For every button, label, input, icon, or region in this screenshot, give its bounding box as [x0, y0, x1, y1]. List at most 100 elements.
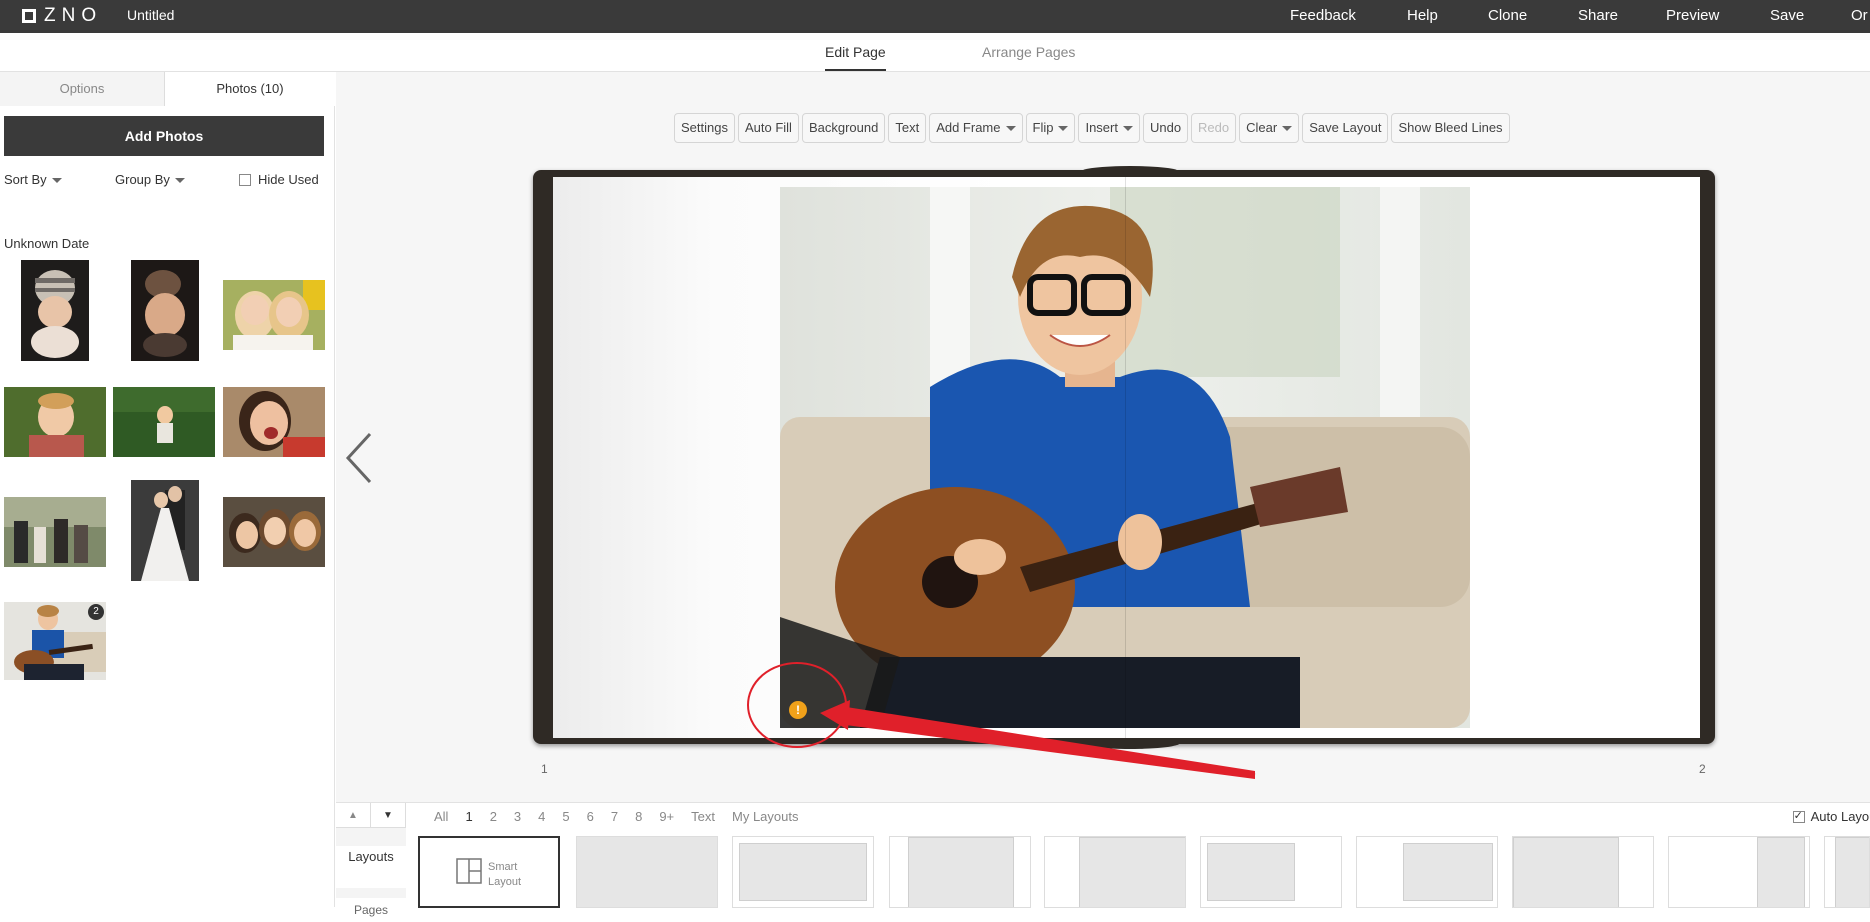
filter-text[interactable]: Text: [691, 809, 715, 824]
group-by-dropdown[interactable]: Group By: [115, 172, 185, 187]
undo-button[interactable]: Undo: [1142, 113, 1189, 143]
filter-4[interactable]: 4: [538, 809, 545, 824]
layout-placeholder: [1403, 843, 1493, 901]
sort-by-label: Sort By: [4, 172, 47, 187]
preview-button[interactable]: Preview: [1666, 7, 1719, 24]
layout-card[interactable]: [1668, 836, 1810, 908]
clear-label: Clear: [1246, 120, 1278, 135]
insert-button[interactable]: Insert: [1078, 113, 1140, 143]
tab-layouts[interactable]: Layouts: [336, 846, 406, 888]
show-bleed-lines-button[interactable]: Show Bleed Lines: [1391, 113, 1510, 143]
tab-pages[interactable]: Pages: [336, 898, 406, 922]
save-layout-button[interactable]: Save Layout: [1302, 113, 1389, 143]
chevron-down-icon: [1005, 126, 1016, 132]
filter-6[interactable]: 6: [587, 809, 594, 824]
chevron-down-icon: [1122, 126, 1133, 132]
filter-3[interactable]: 3: [514, 809, 521, 824]
edit-mode-tabs: Edit Page Arrange Pages: [0, 33, 1870, 72]
filter-8[interactable]: 8: [635, 809, 642, 824]
layout-card[interactable]: [889, 836, 1031, 908]
laughing-girl-photo-image: [223, 387, 325, 457]
low-resolution-warning-icon[interactable]: !: [789, 701, 807, 719]
layout-card[interactable]: [576, 836, 718, 908]
photo-thumbnail[interactable]: [21, 260, 89, 361]
filter-my-layouts[interactable]: My Layouts: [732, 809, 798, 824]
feedback-link[interactable]: Feedback: [1290, 7, 1356, 24]
layout-placeholder: [1757, 837, 1805, 907]
add-frame-button[interactable]: Add Frame: [929, 113, 1023, 143]
photos-panel: Options Photos (10) Add Photos Sort By G…: [0, 72, 335, 907]
smart-layout-label-line1: Smart: [488, 861, 518, 873]
smart-layout-card[interactable]: Smart Layout: [418, 836, 560, 908]
filter-5[interactable]: 5: [562, 809, 569, 824]
boy-outdoors-photo-image: [4, 387, 106, 457]
chevron-down-icon: [1058, 126, 1069, 132]
previous-page-arrow-icon[interactable]: [344, 430, 374, 486]
layout-card[interactable]: [1356, 836, 1498, 908]
order-button[interactable]: Or: [1851, 7, 1868, 24]
photo-thumbnail[interactable]: [223, 280, 325, 350]
layout-card[interactable]: [1824, 836, 1870, 908]
filter-1[interactable]: 1: [465, 809, 472, 824]
smart-layout-icon: [456, 858, 482, 884]
flip-button[interactable]: Flip: [1025, 113, 1076, 143]
hide-used-toggle[interactable]: Hide Used: [239, 172, 319, 187]
save-button[interactable]: Save: [1770, 7, 1804, 24]
auto-fill-button[interactable]: Auto Fill: [737, 113, 799, 143]
insert-label: Insert: [1085, 120, 1118, 135]
top-bar: ZNO Untitled Feedback Help Clone Share P…: [0, 0, 1870, 33]
layout-placeholder: [1513, 837, 1619, 907]
auto-layout-checkbox[interactable]: [1792, 809, 1805, 823]
document-title[interactable]: Untitled: [127, 7, 174, 23]
layout-card[interactable]: [732, 836, 874, 908]
photo-thumbnail[interactable]: [113, 387, 215, 457]
auto-layout-toggle[interactable]: Auto Layout: [1792, 809, 1870, 824]
settings-button[interactable]: Settings: [674, 113, 735, 143]
logo-text: ZNO: [44, 5, 103, 26]
help-link[interactable]: Help: [1407, 7, 1438, 24]
photo-thumbnail[interactable]: [131, 480, 199, 581]
filter-all[interactable]: All: [434, 809, 448, 824]
add-photos-button[interactable]: Add Photos: [4, 116, 324, 156]
photo-thumbnail[interactable]: [4, 497, 106, 567]
logo-mark-icon: [22, 9, 36, 23]
panel-collapse-controls: ▲ ▼: [336, 803, 406, 828]
clear-button[interactable]: Clear: [1239, 113, 1300, 143]
tab-options[interactable]: Options: [0, 72, 165, 106]
tab-photos[interactable]: Photos (10): [165, 72, 335, 106]
tab-edit-page[interactable]: Edit Page: [825, 44, 886, 71]
zno-logo[interactable]: ZNO: [22, 5, 103, 26]
background-button[interactable]: Background: [801, 113, 886, 143]
collapse-up-icon[interactable]: ▲: [336, 803, 371, 828]
filter-9-plus[interactable]: 9+: [659, 809, 674, 824]
share-button[interactable]: Share: [1578, 7, 1618, 24]
clone-button[interactable]: Clone: [1488, 7, 1527, 24]
smart-layout-label: Smart Layout: [488, 860, 521, 890]
sort-by-dropdown[interactable]: Sort By: [4, 172, 62, 187]
layout-card[interactable]: [1200, 836, 1342, 908]
tab-arrange-pages[interactable]: Arrange Pages: [982, 44, 1075, 60]
text-button[interactable]: Text: [888, 113, 927, 143]
photo-thumbnail[interactable]: [223, 497, 325, 567]
layout-card[interactable]: [1512, 836, 1654, 908]
expand-down-icon[interactable]: ▼: [371, 803, 406, 828]
redo-button[interactable]: Redo: [1191, 113, 1237, 143]
photo-thumbnail[interactable]: 2: [4, 602, 106, 680]
layouts-panel: ▲ ▼ All 1 2 3 4 5 6 7 8 9+ Text My Layou…: [336, 802, 1870, 922]
auto-layout-label: Auto Layout: [1810, 809, 1870, 824]
filter-2[interactable]: 2: [490, 809, 497, 824]
add-frame-label: Add Frame: [936, 120, 1001, 135]
photo-thumbnail[interactable]: [4, 387, 106, 457]
sleeping-baby-photo-image: [131, 260, 199, 361]
hide-used-checkbox[interactable]: [239, 173, 251, 186]
chevron-down-icon: [174, 178, 185, 184]
filter-7[interactable]: 7: [611, 809, 618, 824]
photo-thumbnail[interactable]: [223, 387, 325, 457]
left-page-number: 1: [541, 762, 548, 776]
page-spine-line: [1125, 177, 1126, 738]
hide-used-label: Hide Used: [258, 172, 319, 187]
photo-thumbnail[interactable]: [131, 260, 199, 361]
layout-placeholder: [908, 837, 1014, 907]
layout-card[interactable]: [1044, 836, 1186, 908]
toddler-grass-photo-image: [113, 387, 215, 457]
